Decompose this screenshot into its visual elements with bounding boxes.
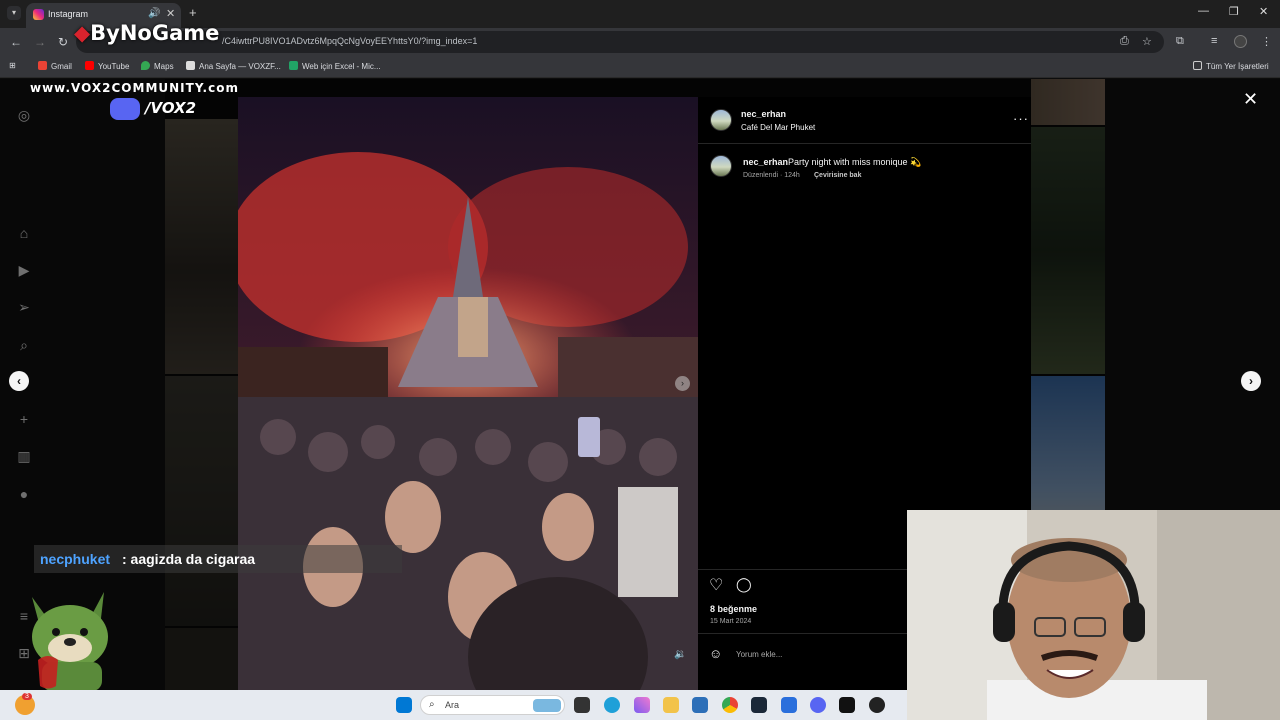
author-avatar[interactable] <box>710 109 732 131</box>
search-highlight-icon <box>533 699 561 712</box>
more-options-icon[interactable]: ··· <box>1013 111 1029 126</box>
post-date: 15 Mart 2024 <box>710 618 752 625</box>
task-view-icon[interactable] <box>574 697 590 713</box>
tab-title: Instagram <box>48 9 89 19</box>
like-heart-icon[interactable]: ♡ <box>709 575 723 595</box>
notification-badge: 3 <box>22 693 32 700</box>
excel-icon <box>289 61 298 70</box>
discord-icon <box>110 98 140 120</box>
caption-username[interactable]: nec_erhan <box>743 157 788 167</box>
bookmarks-bar: ⊞ Gmail YouTube Maps Ana Sayfa — VOXZF..… <box>0 56 1280 78</box>
bookmark-label: Tüm Yer İşaretleri <box>1206 62 1269 71</box>
party-scene-image <box>238 97 698 691</box>
post-video[interactable]: 🔉 <box>238 97 698 691</box>
logo-text: ByNoGame <box>90 21 220 45</box>
install-app-icon[interactable]: ⎙ <box>1120 35 1129 48</box>
post-location[interactable]: Café Del Mar Phuket <box>741 123 815 132</box>
caption-avatar[interactable] <box>710 155 732 177</box>
caption-text: Party night with miss monique 💫 <box>788 157 922 167</box>
media-next-arrow[interactable]: › <box>675 376 690 391</box>
new-tab-button[interactable]: + <box>189 5 197 20</box>
bookmark-label: YouTube <box>98 62 130 71</box>
mute-toggle-icon[interactable]: 🔉 <box>674 649 686 660</box>
steam-icon[interactable] <box>751 697 767 713</box>
bookmark-voxz[interactable]: Ana Sayfa — VOXZF... <box>186 61 281 71</box>
restore-icon[interactable]: ❐ <box>1229 5 1239 18</box>
discord-taskbar-icon[interactable] <box>810 697 826 713</box>
screen: ▾ Instagram 🔊 ✕ + — ❐ ✕ ← → ↻ /C4iwttrPU… <box>0 0 1280 720</box>
previous-post-button[interactable]: ‹ <box>9 371 29 391</box>
watermark-discord: /VOX2 <box>145 99 197 117</box>
bookmark-maps[interactable]: Maps <box>141 61 174 71</box>
url-text: /C4iwttrPU8IVO1ADvtz6MpqQcNgVoyEEYhttsY0… <box>222 36 478 46</box>
file-explorer-icon[interactable] <box>663 697 679 713</box>
close-modal-icon[interactable]: ✕ <box>1243 89 1258 110</box>
minimize-icon[interactable]: — <box>1198 5 1209 17</box>
webcam-overlay <box>907 510 1280 720</box>
bynogame-logo: ◆ByNoGame <box>74 21 220 45</box>
profile-avatar[interactable] <box>1234 35 1247 48</box>
edge-icon[interactable] <box>604 697 620 713</box>
start-icon[interactable] <box>396 697 412 713</box>
bookmark-star-icon[interactable]: ☆ <box>1142 35 1152 48</box>
post-username[interactable]: nec_erhan <box>741 109 786 119</box>
like-count[interactable]: 8 beğenme <box>710 604 757 614</box>
folder-icon <box>1193 61 1202 70</box>
instagram-favicon-icon <box>33 9 44 20</box>
bookmark-label: Ana Sayfa — VOXZF... <box>199 62 281 71</box>
bookmark-excel[interactable]: Web için Excel - Mic... <box>289 61 381 71</box>
reload-icon[interactable]: ↻ <box>58 35 68 49</box>
emoji-icon[interactable]: ☺ <box>709 646 722 661</box>
next-post-button[interactable]: › <box>1241 371 1261 391</box>
maps-icon <box>141 61 150 70</box>
comment-icon[interactable]: ◯ <box>736 576 752 593</box>
bookmark-gmail[interactable]: Gmail <box>38 61 72 71</box>
reading-list-icon[interactable]: ≡ <box>1211 35 1217 47</box>
see-translation-link[interactable]: Çevirisine bak <box>814 172 861 179</box>
obs-icon[interactable] <box>869 697 885 713</box>
tab-close-icon[interactable]: ✕ <box>166 7 175 20</box>
address-bar[interactable]: /C4iwttrPU8IVO1ADvtz6MpqQcNgVoyEEYhttsY0… <box>76 31 1164 53</box>
voxz-icon <box>186 61 195 70</box>
search-icon: ⌕ <box>429 699 435 710</box>
copilot-icon[interactable] <box>634 697 650 713</box>
speaker-icon[interactable]: 🔊 <box>148 8 160 19</box>
watermark-site: www.VOX2COMMUNITY.com <box>30 81 239 95</box>
all-bookmarks[interactable]: Tüm Yer İşaretleri <box>1193 61 1269 71</box>
chat-username: necphuket <box>40 551 111 567</box>
store-icon[interactable] <box>692 697 708 713</box>
back-icon[interactable]: ← <box>10 35 22 49</box>
nvidia-icon[interactable] <box>839 697 855 713</box>
wolf-mascot-image <box>32 592 108 691</box>
streamer-webcam-image <box>907 510 1280 720</box>
youtube-icon <box>85 61 94 70</box>
menu-icon[interactable]: ⋮ <box>1261 35 1272 48</box>
comment-input[interactable]: Yorum ekle... <box>736 650 782 659</box>
tab-search-button[interactable]: ▾ <box>7 6 21 20</box>
close-window-icon[interactable]: ✕ <box>1259 5 1268 18</box>
bookmark-label: Gmail <box>51 62 72 71</box>
search-label: Ara <box>445 700 460 710</box>
edited-time: Düzenlendi · 124h <box>743 172 800 179</box>
msi-icon[interactable] <box>781 697 797 713</box>
apps-icon[interactable]: ⊞ <box>9 61 16 70</box>
bookmark-youtube[interactable]: YouTube <box>85 61 129 71</box>
bookmark-label: Maps <box>154 62 174 71</box>
gmail-icon <box>38 61 47 70</box>
divider <box>698 143 1031 144</box>
bookmark-label: Web için Excel - Mic... <box>302 62 381 71</box>
stream-chat-message: necphuket : aagizda da cigaraa <box>34 545 402 573</box>
extensions-icon[interactable]: ⧉ <box>1176 35 1184 48</box>
taskbar-search[interactable]: ⌕ Ara <box>420 695 565 715</box>
chrome-icon[interactable] <box>722 697 738 713</box>
chat-text: : aagizda da cigaraa <box>122 551 256 567</box>
forward-icon[interactable]: → <box>34 35 46 49</box>
